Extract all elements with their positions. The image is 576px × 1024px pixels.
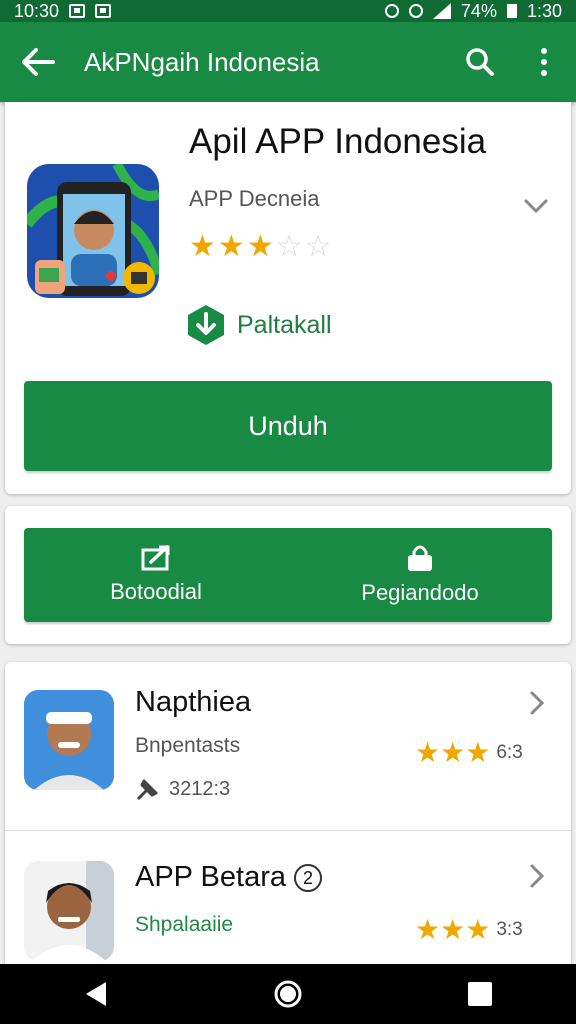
more-vert-icon	[541, 48, 547, 76]
star-filled-icon: ★	[246, 230, 274, 263]
search-icon	[466, 48, 494, 76]
status-bar: 10:30 74% 1:30	[0, 0, 576, 22]
star-filled-icon: ★	[465, 914, 491, 945]
rating-stars: ★★★	[415, 736, 490, 769]
list-item-rating: ★★★ 3:3	[415, 913, 523, 946]
install-label: Paltakall	[237, 310, 332, 339]
app-icon	[27, 164, 159, 298]
star-filled-icon: ★	[465, 737, 491, 768]
chevron-right-icon	[530, 864, 545, 888]
app-rating: ★ ★ ★ ☆ ☆	[189, 230, 332, 264]
avatar	[24, 690, 114, 790]
battery-percent: 74%	[460, 0, 497, 21]
expand-button[interactable]	[523, 198, 549, 219]
star-empty-icon: ☆	[275, 230, 303, 263]
alarm-icon	[384, 4, 399, 18]
app-toolbar: AkPNgaih Indonesia	[0, 22, 576, 102]
notification-icon-2	[95, 4, 112, 18]
app-details-card: Apil APP Indonesia APP Decneia ★ ★ ★ ☆ ☆ Pal…	[5, 102, 571, 494]
star-filled-icon: ★	[440, 737, 466, 768]
back-button[interactable]	[0, 22, 76, 102]
actions-bar: Botoodial Pegiandodo	[24, 528, 552, 622]
toolbar-title: AkPNgaih Indonesia	[84, 46, 320, 77]
action-label-secure: Pegiandodo	[361, 580, 479, 605]
search-button[interactable]	[448, 22, 512, 102]
status-time-left: 10:30	[14, 0, 60, 21]
star-filled-icon: ★	[217, 230, 245, 263]
list-item-title: Napthiea	[135, 686, 252, 718]
open-item-button[interactable]	[529, 690, 545, 721]
battery-icon	[506, 4, 517, 18]
list-item-title: APP Betara 2	[135, 861, 323, 894]
edit-icon	[141, 545, 170, 571]
star-empty-icon: ☆	[304, 230, 332, 263]
star-filled-icon: ★	[189, 230, 216, 263]
download-shield-icon	[188, 305, 224, 345]
lock-icon	[408, 545, 432, 571]
list-item[interactable]: APP Betara 2 Shpalaaiie ★★★ 3:3	[5, 830, 571, 972]
nav-home-button[interactable]	[258, 964, 318, 1024]
status-time-right: 1:30	[526, 0, 562, 21]
install-status: Paltakall	[187, 304, 332, 346]
download-button[interactable]: Unduh	[24, 381, 552, 471]
chevron-right-icon	[530, 691, 545, 715]
pin-icon	[136, 779, 158, 801]
list-item[interactable]: Napthiea Bnpentasts 3212:3 ★★★ 6:3	[5, 662, 571, 830]
action-button-secure[interactable]: Pegiandodo	[288, 528, 552, 622]
app-title: Apil APP Indonesia	[189, 122, 487, 161]
star-filled-icon: ★	[440, 914, 466, 945]
star-filled-icon: ★	[415, 914, 441, 945]
nav-back-icon	[86, 982, 106, 1006]
wifi-icon	[432, 3, 451, 19]
list-item-meta-value: 3212:3	[169, 777, 231, 800]
list-item-score: 6:3	[496, 741, 523, 763]
list-item-title-text: APP Betara	[135, 861, 287, 893]
back-arrow-icon	[22, 48, 55, 76]
list-item-rating: ★★★ 6:3	[415, 736, 523, 769]
sync-icon	[408, 4, 423, 18]
list-item-subtitle: Bnpentasts	[135, 734, 241, 757]
open-item-button[interactable]	[529, 863, 545, 894]
list-item-score: 3:3	[496, 918, 523, 940]
action-label-share: Botoodial	[110, 579, 202, 604]
count-badge: 2	[294, 864, 323, 893]
system-nav-bar	[0, 964, 576, 1024]
avatar	[24, 861, 114, 961]
nav-home-icon	[274, 980, 302, 1008]
list-item-subtitle: Shpalaaiie	[135, 913, 234, 936]
actions-card: Botoodial Pegiandodo	[5, 506, 571, 644]
chevron-down-icon	[524, 199, 548, 214]
star-filled-icon: ★	[415, 737, 441, 768]
app-developer: APP Decneia	[189, 186, 320, 211]
rating-stars: ★★★	[415, 913, 490, 946]
more-options-button[interactable]	[512, 22, 576, 102]
list-item-meta: 3212:3	[135, 776, 230, 802]
notification-icon	[69, 4, 86, 18]
nav-recents-button[interactable]	[450, 964, 510, 1024]
nav-recents-icon	[468, 982, 492, 1006]
nav-back-button[interactable]	[66, 964, 126, 1024]
action-button-share[interactable]: Botoodial	[24, 528, 288, 622]
related-apps-list: Napthiea Bnpentasts 3212:3 ★★★ 6:3 APP B…	[5, 662, 571, 972]
